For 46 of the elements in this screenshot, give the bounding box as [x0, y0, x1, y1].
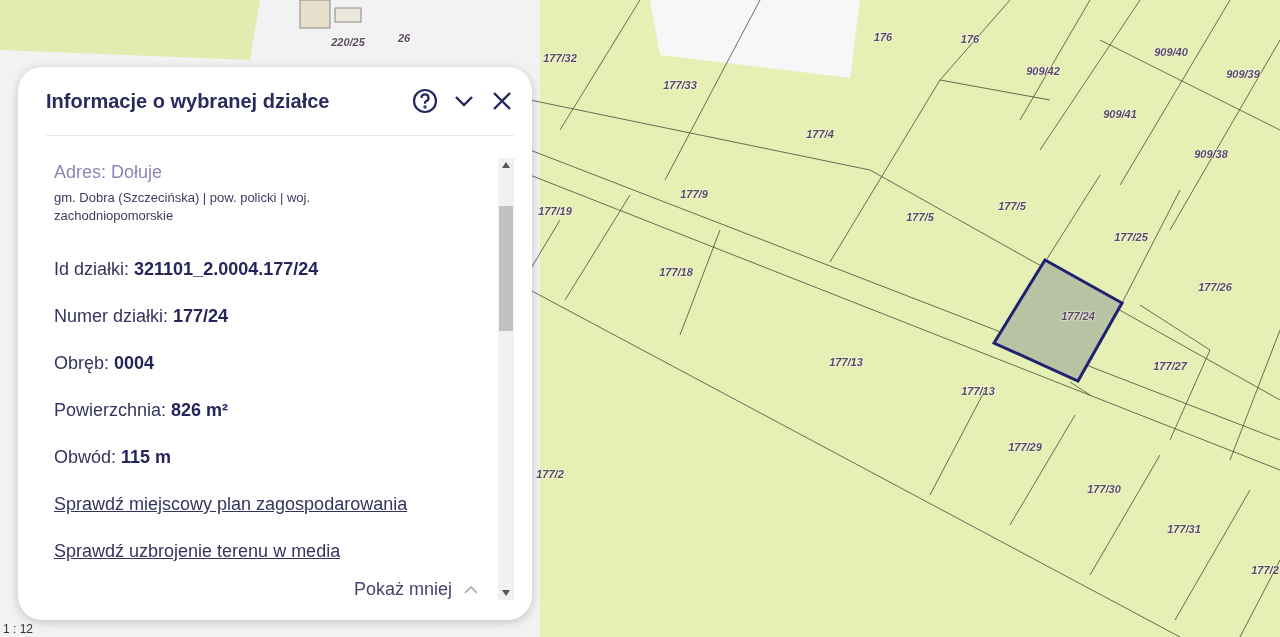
parcel-detail: Id działki: 321101_2.0004.177/24 [54, 259, 320, 280]
panel-title: Informacje o wybranej działce [46, 89, 331, 113]
parcel-label: 176 [873, 31, 893, 43]
scroll-thumb[interactable] [499, 206, 513, 331]
check-link[interactable]: Sprawdź miejscowy plan zagospodarowania [54, 494, 408, 515]
parcel-label: 177/5 [906, 211, 934, 223]
parcel-label: 26 [397, 32, 411, 44]
map-scale: 1 : 12 [3, 622, 34, 636]
parcel-label: 177/2 [536, 468, 564, 480]
check-link[interactable]: Sprawdź uzbrojenie terenu w media [54, 541, 341, 562]
parcel-label: 909/40 [1154, 46, 1188, 58]
parcel-label: 909/39 [1226, 68, 1260, 80]
parcel-label: 177/13 [961, 385, 995, 397]
show-less-button[interactable]: Pokaż mniej [353, 579, 478, 600]
parcel-label: 177/9 [680, 188, 708, 200]
parcel-label: 177/29 [1008, 441, 1042, 453]
parcel-label: 177/24 [1061, 310, 1095, 322]
parcel-label: 177/18 [659, 266, 693, 278]
parcel-detail: Powierzchnia: 826 m² [54, 400, 230, 421]
parcel-label: 177/2 [1251, 564, 1279, 576]
scroll-down-icon[interactable] [502, 590, 510, 596]
parcel-label: 177/25 [1114, 231, 1148, 243]
help-icon[interactable] [412, 88, 438, 114]
scrollbar[interactable] [498, 158, 514, 600]
parcel-detail: Numer działki: 177/24 [54, 306, 230, 327]
region-text: gm. Dobra (Szczecińska) | pow. policki | woj. zachodniopomorskie [54, 189, 311, 225]
parcel-label: 177/30 [1087, 483, 1121, 495]
scroll-up-icon[interactable] [502, 162, 510, 168]
parcel-label: 177/31 [1167, 523, 1201, 535]
parcel-label: 177/5 [998, 200, 1026, 212]
parcel-label: 177/4 [806, 128, 834, 140]
parcel-label: 220/25 [331, 36, 365, 48]
parcel-detail: Obwód: 115 m [54, 447, 173, 468]
parcel-label: 909/41 [1103, 108, 1137, 120]
parcel-detail: Obręb: 0004 [54, 353, 156, 374]
parcel-label: 177/33 [663, 79, 697, 91]
parcel-label: 909/38 [1194, 148, 1228, 160]
address-text: Adres: Dołuje [54, 162, 164, 183]
chevron-up-icon [464, 584, 478, 595]
parcel-label: 177/13 [829, 356, 863, 368]
parcel-label: 177/19 [538, 205, 572, 217]
parcel-label: 177/27 [1153, 360, 1187, 372]
parcel-label: 176 [960, 33, 980, 45]
parcel-label: 909/42 [1026, 65, 1060, 77]
parcel-label: 177/32 [543, 52, 577, 64]
parcel-label: 177/26 [1198, 281, 1232, 293]
